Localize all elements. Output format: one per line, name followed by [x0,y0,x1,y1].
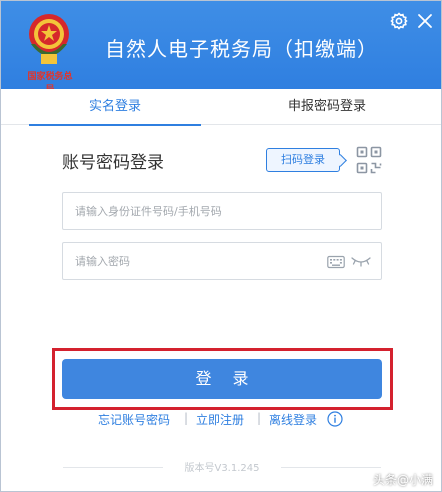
qr-code-icon[interactable] [356,146,382,174]
register-link[interactable]: 立即注册 [196,411,244,428]
scan-login-button[interactable]: 扫码登录 [266,148,340,172]
login-window: 国家税务总局 自然人电子税务局（扣缴端） 实名登录 申报密码登录 账号密码登录 … [0,0,442,492]
tax-emblem-icon [29,14,69,64]
title-bar: 国家税务总局 自然人电子税务局（扣缴端） [1,1,441,95]
login-heading: 账号密码登录 [62,153,164,173]
link-separator: | [184,411,189,425]
eye-closed-icon[interactable] [351,255,371,267]
info-icon[interactable] [327,411,343,427]
offline-login-link[interactable]: 离线登录 [269,411,317,428]
version-label: 版本号V3.1.245 [163,459,281,474]
login-button[interactable]: 登 录 [62,359,382,399]
id-number-field [62,192,382,230]
watermark: 头条@小满 [373,473,434,487]
app-title: 自然人电子税务局（扣缴端） [105,37,378,61]
forgot-password-link[interactable]: 忘记账号密码 [98,411,170,428]
close-icon[interactable] [416,12,434,30]
tab-declaration-password-login[interactable]: 申报密码登录 [241,89,413,125]
password-field [62,242,382,280]
id-number-input[interactable] [63,193,381,229]
login-tabs: 实名登录 申报密码登录 [1,89,441,126]
keyboard-icon[interactable] [327,255,345,269]
link-separator: | [257,411,262,425]
tab-real-name-login[interactable]: 实名登录 [29,89,201,126]
gear-icon[interactable] [390,12,408,30]
auxiliary-links: 忘记账号密码 | 立即注册 | 离线登录 [1,411,441,429]
